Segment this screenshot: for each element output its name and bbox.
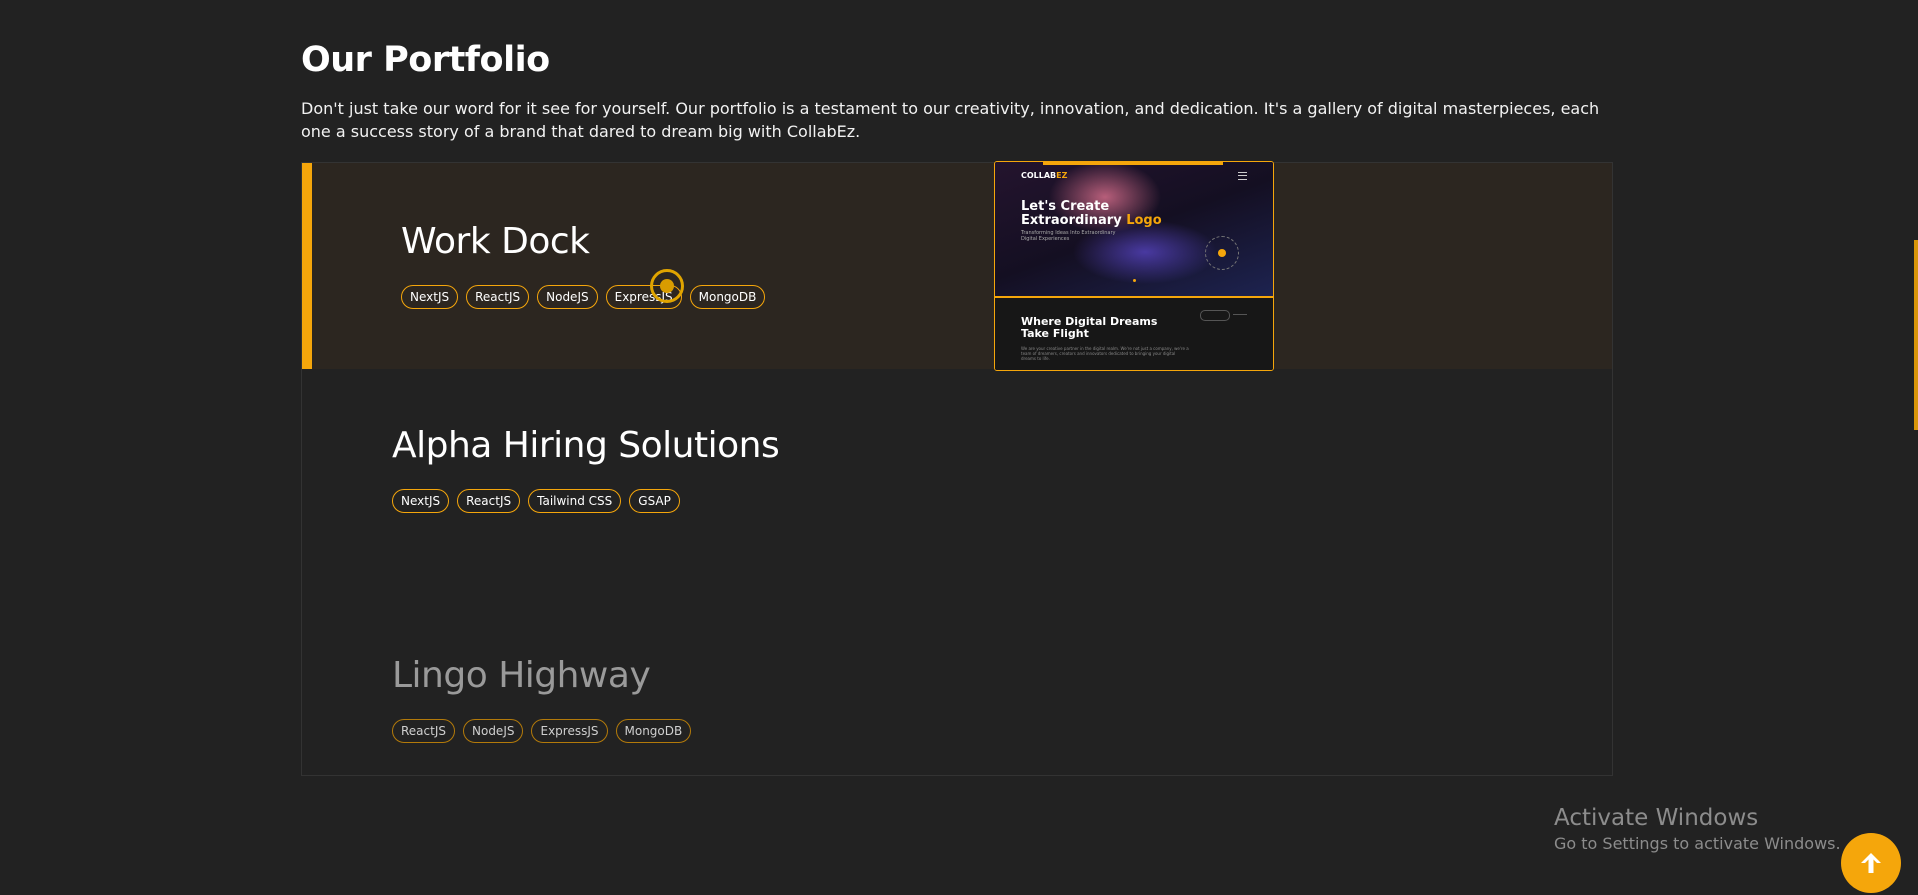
scrollbar-thumb[interactable] [1914,240,1918,430]
tech-tag: MongoDB [615,719,692,743]
preview-hero: COLLABEZ Let's Create Extraordinary Logo… [995,162,1273,298]
preview-logo-main: COLLAB [1021,171,1057,180]
arrow-up-icon [1861,853,1881,873]
preview-section-title-line2: Take Flight [1021,327,1089,340]
preview-menu-icon [1238,172,1247,180]
page-title: Our Portfolio [301,40,550,80]
active-accent-bar [302,163,312,369]
preview-headline: Let's Create Extraordinary Logo [1021,200,1162,228]
preview-button-shape [1200,310,1230,321]
preview-headline-line1: Let's Create [1021,199,1110,214]
scroll-to-top-button[interactable] [1841,833,1901,893]
portfolio-intro: Don't just take our word for it see for … [301,99,1600,141]
preview-about: Where Digital Dreams Take Flight We are … [995,298,1273,370]
project-preview-image[interactable]: COLLABEZ Let's Create Extraordinary Logo… [994,161,1274,371]
portfolio-item-lingo-highway[interactable]: Lingo Highway ReactJS NodeJS ExpressJS M… [302,575,1612,775]
portfolio-item-alpha-hiring[interactable]: Alpha Hiring Solutions NextJS ReactJS Ta… [302,369,1612,575]
project-tags: ReactJS NodeJS ExpressJS MongoDB [392,719,692,743]
project-title: Alpha Hiring Solutions [392,425,780,466]
tech-tag: NodeJS [537,285,598,309]
preview-line-shape [1233,314,1247,315]
preview-logo: COLLABEZ [1021,171,1067,180]
project-title: Work Dock [401,221,590,262]
preview-section-title: Where Digital Dreams Take Flight [1021,316,1157,340]
preview-logo-accent: EZ [1056,171,1068,180]
preview-dot [1133,279,1136,282]
tech-tag: ReactJS [457,489,521,513]
tech-tag: NextJS [401,285,459,309]
preview-headline-word: Extraordinary [1021,213,1122,228]
preview-headline-accent: Logo [1126,213,1162,228]
watermark-title: Activate Windows [1554,805,1759,831]
watermark-subtitle: Go to Settings to activate Windows. [1554,834,1841,853]
portfolio-list: Work Dock NextJS ReactJS NodeJS ExpressJ… [301,161,1613,776]
project-tags: NextJS ReactJS Tailwind CSS GSAP [392,489,680,513]
portfolio-section: Our Portfolio Don't just take our word f… [301,36,1614,143]
tech-tag: ExpressJS [531,719,608,743]
preview-subline: Transforming Ideas Into Extraordinary Di… [1021,230,1116,242]
tech-tag: GSAP [629,489,680,513]
tech-tag: NodeJS [463,719,524,743]
preview-section-text: We are your creative partner in the digi… [1021,346,1189,361]
tech-tag: MongoDB [689,285,766,309]
portfolio-item-work-dock[interactable]: Work Dock NextJS ReactJS NodeJS ExpressJ… [302,161,1612,371]
project-title: Lingo Highway [392,655,651,696]
tech-tag: NextJS [392,489,450,513]
preview-top-bar [1043,162,1223,165]
tech-tag: ReactJS [392,719,455,743]
cursor-ring [650,269,684,303]
preview-orb-icon [1205,236,1239,270]
project-tags: NextJS ReactJS NodeJS ExpressJS MongoDB [401,285,766,309]
preview-headline-line2: Extraordinary Logo [1021,214,1162,228]
tech-tag: ReactJS [466,285,530,309]
tech-tag: Tailwind CSS [528,489,622,513]
windows-activation-watermark: Activate Windows Go to Settings to activ… [1554,803,1841,855]
